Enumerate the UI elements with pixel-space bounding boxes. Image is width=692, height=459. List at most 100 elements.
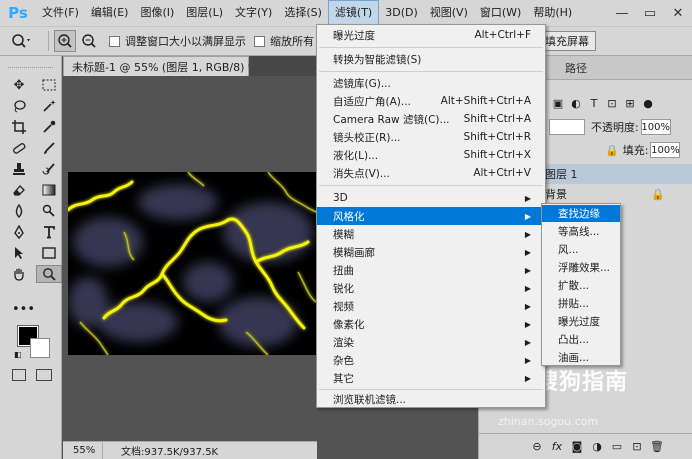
submenu-item-find-edges[interactable]: 查找边缘 [542, 205, 620, 222]
zoom-in-icon[interactable] [54, 30, 76, 52]
zoom-tool-icon[interactable] [36, 265, 62, 283]
panel-grip[interactable] [8, 58, 53, 68]
menu-item-pixelate[interactable]: 像素化 ▶ [317, 315, 545, 333]
menu-item-stylize[interactable]: 风格化 ▶ [317, 207, 545, 225]
blur-tool-icon[interactable] [6, 202, 32, 220]
menu-window[interactable]: 窗口(W) [474, 0, 527, 26]
pen-tool-icon[interactable] [6, 223, 32, 241]
close-button[interactable]: ✕ [664, 0, 692, 26]
hand-tool-icon[interactable] [6, 265, 32, 283]
menu-item-render[interactable]: 渲染 ▶ [317, 333, 545, 351]
path-selection-tool-icon[interactable] [6, 244, 32, 262]
menu-item-browse-online[interactable]: 浏览联机滤镜... [317, 390, 545, 408]
clone-stamp-tool-icon[interactable] [6, 160, 32, 178]
menu-3d[interactable]: 3D(D) [379, 0, 424, 26]
submenu-item-solarize[interactable]: 曝光过度 [542, 313, 620, 330]
resize-window-checkbox[interactable]: 调整窗口大小以满屏显示 [109, 33, 246, 49]
menu-item-camera-raw[interactable]: Camera Raw 滤镜(C)... Shift+Ctrl+A [317, 110, 545, 128]
menu-item-blur[interactable]: 模糊 ▶ [317, 225, 545, 243]
screen-mode-icon[interactable] [36, 369, 52, 381]
lock-icons[interactable]: 🔒 [605, 144, 619, 157]
menu-edit[interactable]: 编辑(E) [85, 0, 135, 26]
type-tool-icon[interactable] [36, 223, 62, 241]
more-tools-icon[interactable]: ••• [12, 302, 35, 317]
link-icon[interactable]: ⊖ [527, 440, 547, 453]
brush-tool-icon[interactable] [36, 139, 62, 157]
folder-icon[interactable]: ▭ [607, 440, 627, 453]
fill-screen-button[interactable]: 填充屏幕 [538, 31, 596, 51]
smart-object-filter-icon[interactable]: ⊞ [621, 97, 639, 110]
submenu-item-tiles[interactable]: 拼贴... [542, 295, 620, 312]
menu-item-adaptive-wide-angle[interactable]: 自适应广角(A)... Alt+Shift+Ctrl+A [317, 92, 545, 110]
menu-filter[interactable]: 滤镜(T) [327, 0, 380, 26]
menu-item-blur-gallery[interactable]: 模糊画廊 ▶ [317, 243, 545, 261]
magic-wand-tool-icon[interactable] [36, 97, 62, 115]
menu-type[interactable]: 文字(Y) [229, 0, 278, 26]
fill-input[interactable]: 100% [650, 142, 681, 158]
zoom-all-checkbox[interactable]: 缩放所有 [254, 33, 314, 49]
quick-mask-icon[interactable] [12, 369, 26, 381]
checkbox-box[interactable] [254, 35, 265, 47]
new-layer-icon[interactable]: ⊡ [627, 440, 647, 453]
type-filter-icon[interactable]: T [585, 97, 603, 110]
shape-filter-icon[interactable]: ⊡ [603, 97, 621, 110]
menu-help[interactable]: 帮助(H) [527, 0, 578, 26]
submenu-item-wind[interactable]: 风... [542, 241, 620, 258]
default-colors-icon[interactable]: ◧ [14, 350, 22, 359]
menu-item-lens-correction[interactable]: 镜头校正(R)... Shift+Ctrl+R [317, 128, 545, 146]
adjust-icon[interactable]: ◑ [587, 440, 607, 453]
menu-item-video[interactable]: 视频 ▶ [317, 297, 545, 315]
photoshop-logo: Ps [8, 4, 28, 22]
filter-toggle-icon[interactable]: ● [639, 97, 657, 110]
menu-select[interactable]: 选择(S) [278, 0, 328, 26]
zoom-out-icon[interactable] [78, 30, 100, 52]
submenu-item-contour[interactable]: 等高线... [542, 223, 620, 240]
menu-view[interactable]: 视图(V) [424, 0, 474, 26]
menu-item-sharpen[interactable]: 锐化 ▶ [317, 279, 545, 297]
minimize-button[interactable]: — [608, 0, 636, 26]
submenu-item-emboss[interactable]: 浮雕效果... [542, 259, 620, 276]
eraser-tool-icon[interactable] [6, 181, 32, 199]
fx-icon[interactable]: fx [547, 440, 567, 453]
menu-item-convert-smart[interactable]: 转换为智能滤镜(S) [317, 50, 545, 68]
menu-image[interactable]: 图像(I) [134, 0, 180, 26]
menu-item-3d[interactable]: 3D ▶ [317, 189, 545, 207]
pixel-filter-icon[interactable]: ▣ [549, 97, 567, 110]
tab-paths[interactable]: 路径 [553, 59, 599, 79]
menu-item-liquify[interactable]: 液化(L)... Shift+Ctrl+X [317, 146, 545, 164]
submenu-item-extrude[interactable]: 凸出... [542, 331, 620, 348]
adjustment-filter-icon[interactable]: ◐ [567, 97, 585, 110]
maximize-button[interactable]: ▭ [636, 0, 664, 26]
dodge-tool-icon[interactable] [36, 202, 62, 220]
marquee-tool-icon[interactable] [36, 76, 62, 94]
history-brush-tool-icon[interactable] [36, 160, 62, 178]
checkbox-box[interactable] [109, 35, 120, 47]
rectangle-tool-icon[interactable] [36, 244, 62, 262]
document-info[interactable]: 文档:937.5K/937.5K [103, 443, 218, 458]
menu-item-distort[interactable]: 扭曲 ▶ [317, 261, 545, 279]
menu-layer[interactable]: 图层(L) [180, 0, 229, 26]
menu-item-vanishing-point[interactable]: 消失点(V)... Alt+Ctrl+V [317, 164, 545, 182]
trash-icon[interactable]: 🗑 [647, 440, 667, 453]
menu-item-other[interactable]: 其它 ▶ [317, 369, 545, 387]
move-tool-icon[interactable]: ✥ [6, 76, 32, 94]
healing-brush-tool-icon[interactable] [6, 139, 32, 157]
zoom-tool-preset-icon[interactable] [0, 33, 44, 49]
document-tab[interactable]: 未标题-1 @ 55% (图层 1, RGB/8) * × [63, 56, 273, 76]
lasso-tool-icon[interactable] [6, 97, 32, 115]
menu-file[interactable]: 文件(F) [36, 0, 85, 26]
submenu-item-oil-paint[interactable]: 油画... [542, 349, 620, 366]
blend-mode-select[interactable] [549, 119, 585, 135]
menu-item-exposure[interactable]: 曝光过度 Alt+Ctrl+F [317, 26, 545, 44]
menu-item-filter-gallery[interactable]: 滤镜库(G)... [317, 74, 545, 92]
document-canvas[interactable] [68, 172, 316, 355]
crop-tool-icon[interactable] [6, 118, 32, 136]
eyedropper-tool-icon[interactable] [36, 118, 62, 136]
opacity-input[interactable]: 100% [640, 119, 671, 135]
submenu-item-diffuse[interactable]: 扩散... [542, 277, 620, 294]
mask-icon[interactable]: ◙ [567, 440, 587, 453]
gradient-tool-icon[interactable] [36, 181, 62, 199]
menu-item-noise[interactable]: 杂色 ▶ [317, 351, 545, 369]
background-color-swatch[interactable] [30, 338, 50, 358]
zoom-level[interactable]: 55% [63, 442, 103, 459]
